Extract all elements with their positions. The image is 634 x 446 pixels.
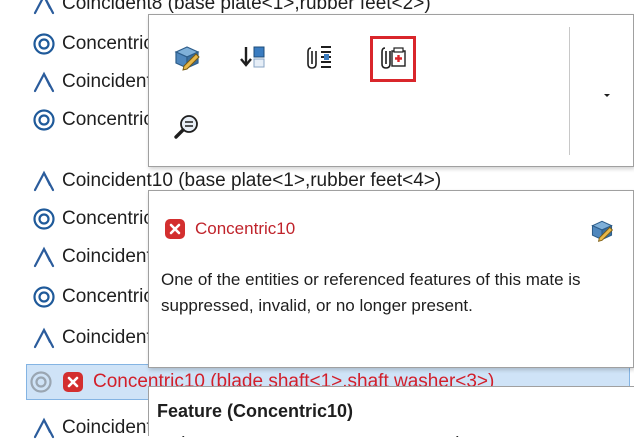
edit-feature-icon	[172, 42, 202, 77]
zoom-to-selection-button[interactable]	[169, 111, 205, 147]
error-icon	[63, 372, 83, 392]
tree-row-label: Coincident8 (base plate<1>,rubber feet<2…	[62, 0, 431, 14]
tree-row-label: Coincident10 (base plate<1>,rubber feet<…	[62, 170, 442, 191]
concentric-icon	[30, 30, 58, 58]
concentric-icon	[27, 368, 55, 396]
insert-config-icon	[304, 42, 334, 77]
toolbar-dropdown-button[interactable]	[589, 77, 625, 113]
feature-label: Feature (Concentric10)	[157, 401, 354, 421]
coincident-icon	[30, 68, 58, 96]
concentric-icon	[30, 283, 58, 311]
coincident-icon	[30, 414, 58, 442]
tooltip-title: Concentric10	[161, 219, 295, 239]
move-up-button[interactable]	[235, 41, 271, 77]
concentric-icon	[30, 205, 58, 233]
coincident-icon	[30, 243, 58, 271]
insert-config-button[interactable]	[301, 41, 337, 77]
move-up-icon	[238, 42, 268, 77]
chevron-down-icon	[602, 86, 612, 104]
edit-feature-button[interactable]	[169, 41, 205, 77]
concentric-icon	[30, 106, 58, 134]
coincident-icon	[30, 0, 58, 18]
context-toolbar	[148, 14, 634, 167]
error-tooltip: Concentric10 One of the entities or refe…	[148, 190, 634, 368]
add-mate-reference-button[interactable]	[370, 36, 416, 82]
error-icon	[165, 219, 185, 239]
coincident-icon	[30, 167, 58, 195]
tooltip-title-text: Concentric10	[195, 219, 296, 238]
toolbar-separator	[569, 27, 570, 155]
edit-feature-icon	[589, 217, 615, 248]
feature-bar: Feature (Concentric10)	[148, 386, 634, 436]
add-mate-reference-icon	[378, 42, 408, 77]
zoom-to-selection-icon	[172, 112, 202, 147]
tooltip-message: One of the entities or referenced featur…	[161, 270, 581, 315]
coincident-icon	[30, 324, 58, 352]
